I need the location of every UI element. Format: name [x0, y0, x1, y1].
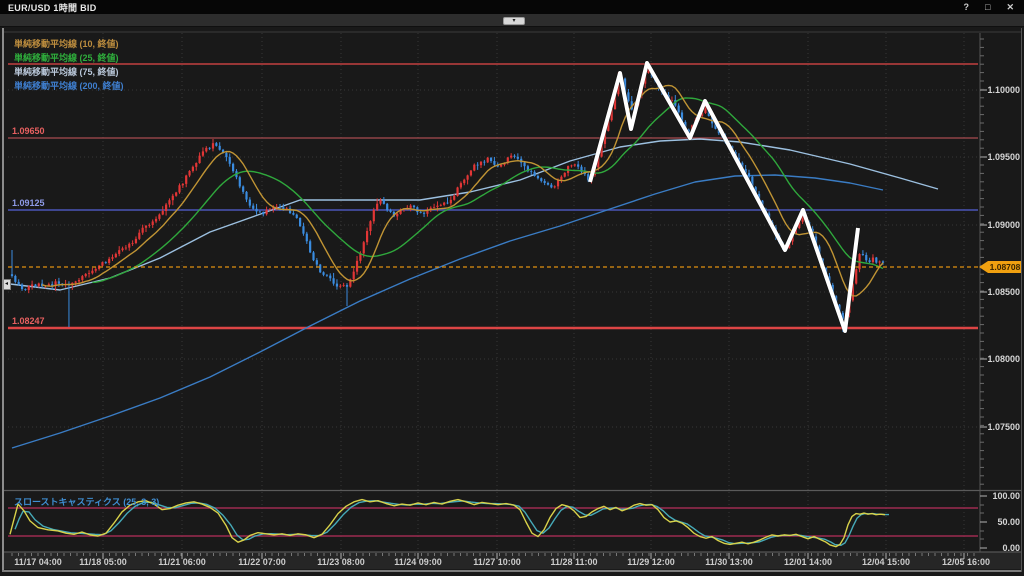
- current-price-tag: 1.08708: [988, 262, 1022, 273]
- time-axis-label: 12/05 16:00: [942, 557, 990, 567]
- time-axis-label: 11/17 04:00: [14, 557, 62, 567]
- time-axis-label: 12/04 15:00: [862, 557, 910, 567]
- price-axis-label: 1.07500: [940, 422, 1020, 432]
- time-axis-label: 11/27 10:00: [473, 557, 521, 567]
- sma-legend-item: 単純移動平均線 (25, 終値): [14, 51, 124, 65]
- sma-legend-item: 単純移動平均線 (75, 終値): [14, 65, 124, 79]
- price-chart-canvas[interactable]: [0, 0, 1024, 576]
- window-edge-bottom: [2, 570, 1021, 572]
- window-edge-right: [1021, 28, 1022, 572]
- time-axis-label: 11/22 07:00: [238, 557, 286, 567]
- sma-legend: 単純移動平均線 (10, 終値)単純移動平均線 (25, 終値)単純移動平均線 …: [14, 37, 124, 93]
- price-line-label: 1.08247: [12, 316, 45, 326]
- price-axis-label: 1.10000: [940, 85, 1020, 95]
- price-axis-label: 1.08500: [940, 287, 1020, 297]
- stochastic-legend: スローストキャスティクス (25, 3, 3): [14, 495, 159, 508]
- time-axis-label: 12/01 14:00: [784, 557, 832, 567]
- sma-legend-item: 単純移動平均線 (200, 終値): [14, 79, 124, 93]
- time-axis-label: 11/30 13:00: [705, 557, 753, 567]
- price-axis-label: 1.09500: [940, 152, 1020, 162]
- time-axis-label: 11/24 09:00: [394, 557, 442, 567]
- time-axis-label: 11/21 06:00: [158, 557, 206, 567]
- stoch-axis-label: 50.00: [940, 517, 1020, 527]
- time-axis-label: 11/28 11:00: [550, 557, 597, 567]
- price-line-label: 1.09125: [12, 198, 45, 208]
- time-axis-label: 11/18 05:00: [79, 557, 127, 567]
- stoch-axis-label: 0.00: [940, 543, 1020, 553]
- price-axis-label: 1.09000: [940, 220, 1020, 230]
- stoch-axis-label: 100.00: [940, 491, 1020, 501]
- sma-legend-item: 単純移動平均線 (10, 終値): [14, 37, 124, 51]
- window-edge-left: [2, 28, 4, 572]
- price-axis-label: 1.08000: [940, 354, 1020, 364]
- time-axis-label: 11/29 12:00: [627, 557, 675, 567]
- time-axis-label: 11/23 08:00: [317, 557, 365, 567]
- price-line-label: 1.09650: [12, 126, 45, 136]
